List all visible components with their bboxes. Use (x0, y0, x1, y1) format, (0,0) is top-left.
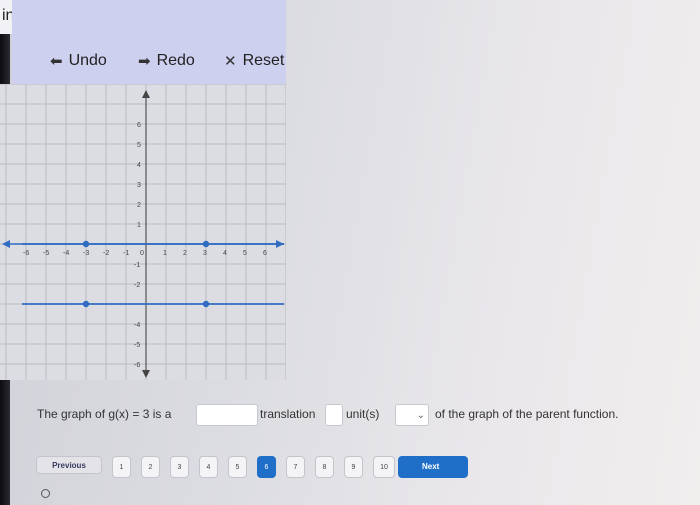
question-word-translation: translation (260, 407, 316, 421)
x-tick-label: -2 (103, 250, 109, 257)
page-button-6[interactable]: 6 (257, 456, 276, 478)
page-button-1[interactable]: 1 (112, 456, 131, 478)
x-tick-label: -4 (63, 250, 69, 257)
x-tick-label: 0 (140, 250, 144, 257)
previous-button[interactable]: Previous (36, 456, 102, 474)
y-axis-arrow-down (142, 370, 150, 378)
question-prefix: The graph of g(x) = 3 is a (37, 407, 172, 421)
y-tick-label: 2 (137, 202, 141, 209)
undo-button[interactable]: ⬅ Undo (50, 52, 107, 70)
x-tick-label: -1 (123, 250, 129, 257)
page-button-8[interactable]: 8 (315, 456, 334, 478)
graph-point (82, 300, 90, 308)
page-button-10[interactable]: 10 (373, 456, 395, 478)
screen: ine ⬅ Undo ➡ Redo ✕ Reset -6-5-4-3-2-101… (0, 0, 700, 505)
y-tick-label: 6 (137, 122, 141, 129)
y-tick-label: -1 (134, 262, 140, 269)
x-tick-label: 3 (203, 250, 207, 257)
reset-label: Reset (242, 52, 285, 69)
pagination: Previous 1 2 3 4 5 6 7 8 9 10 Next (36, 456, 476, 480)
reset-button[interactable]: ✕ Reset (224, 52, 284, 70)
next-label: Next (422, 462, 440, 471)
next-button[interactable]: Next (398, 456, 468, 478)
page-button-7[interactable]: 7 (286, 456, 305, 478)
graph-point (202, 240, 210, 248)
y-tick-label: -5 (134, 342, 140, 349)
y-tick-label: 4 (137, 162, 141, 169)
page-button-3[interactable]: 3 (170, 456, 189, 478)
y-tick-label: 3 (137, 182, 141, 189)
y-tick-label: -2 (134, 282, 140, 289)
page-button-2[interactable]: 2 (141, 456, 160, 478)
answer-blank-1[interactable] (196, 404, 258, 426)
question-row: The graph of g(x) = 3 is a translation u… (37, 404, 677, 426)
x-tick-label: -5 (43, 250, 49, 257)
x-tick-label: -6 (23, 250, 29, 257)
toolbar: ⬅ Undo ➡ Redo ✕ Reset (12, 0, 286, 84)
y-tick-label: -4 (134, 322, 140, 329)
direction-dropdown[interactable]: ⌄ (395, 404, 429, 426)
graph-point (82, 240, 90, 248)
graphing-area[interactable]: -6 -5 -4 -3 -2 -1 0 1 2 3 4 5 6 6 5 4 3 2 1 -1 -2 -4 -5 -6 (0, 84, 286, 380)
radio-button[interactable] (41, 489, 50, 498)
x-tick-label: 5 (243, 250, 247, 257)
x-tick-label: -3 (83, 250, 89, 257)
y-tick-label: -6 (134, 362, 140, 369)
question-suffix: of the graph of the parent function. (435, 407, 619, 421)
x-tick-label: 2 (183, 250, 187, 257)
chevron-down-icon: ⌄ (416, 410, 425, 421)
arrow-left-icon: ⬅ (50, 53, 63, 70)
undo-label: Undo (68, 52, 107, 69)
y-axis-arrow-up (142, 90, 150, 98)
x-tick-label: 4 (223, 250, 227, 257)
y-tick-label: 5 (137, 142, 141, 149)
coordinate-plane[interactable]: -6 -5 -4 -3 -2 -1 0 1 2 3 4 5 6654321-1-2-4-5-6 (0, 84, 286, 380)
page-button-9[interactable]: 9 (344, 456, 363, 478)
redo-button[interactable]: ➡ Redo (138, 52, 195, 70)
answer-blank-2[interactable] (325, 404, 343, 426)
arrow-right-icon: ➡ (138, 53, 151, 70)
question-word-units: unit(s) (346, 407, 380, 421)
graph-point (202, 300, 210, 308)
x-tick-label: 1 (163, 250, 167, 257)
page-button-5[interactable]: 5 (228, 456, 247, 478)
redo-label: Redo (156, 52, 195, 69)
y-tick-label: 1 (137, 222, 141, 229)
page-button-4[interactable]: 4 (199, 456, 218, 478)
close-icon: ✕ (224, 53, 237, 70)
x-tick-label: 6 (263, 250, 267, 257)
